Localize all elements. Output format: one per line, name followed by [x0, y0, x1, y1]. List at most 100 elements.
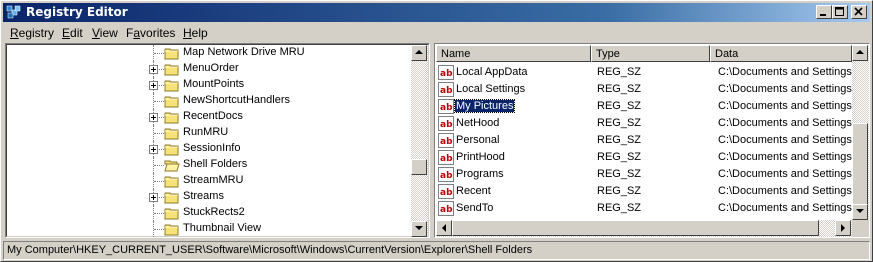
value-type: REG_SZ	[597, 83, 642, 95]
list-horizontal-scrollbar[interactable]	[436, 220, 852, 237]
string-value-icon: ab	[438, 201, 454, 216]
value-name: Local Settings	[456, 83, 526, 95]
value-row[interactable]: ab Local AppData REG_SZ C:\Documents and Se…	[436, 64, 852, 81]
value-name: SendTo	[456, 202, 494, 214]
value-data: C:\Documents and Settings\	[718, 66, 852, 78]
column-header-data[interactable]: Data	[710, 45, 852, 62]
tree-item[interactable]: Shell Folders	[7, 157, 412, 173]
menu-help[interactable]: Help	[183, 26, 208, 40]
tree-vertical-scrollbar[interactable]	[411, 45, 428, 237]
arrow-up-icon	[856, 50, 864, 54]
value-data: C:\Documents and Settings\	[718, 185, 852, 197]
tree-item-label: StreamMRU	[183, 174, 244, 186]
tree-item[interactable]: StuckRects2	[7, 205, 412, 221]
values-list-pane[interactable]: Name Type Data ab Local AppData REG_SZ C:\D…	[434, 43, 870, 238]
value-row[interactable]: ab PrintHood REG_SZ C:\Documents and Settin…	[436, 149, 852, 166]
column-header-name[interactable]: Name	[436, 45, 591, 62]
string-value-icon: ab	[438, 167, 454, 182]
value-row[interactable]: ab NetHood REG_SZ C:\Documents and Settings…	[436, 115, 852, 132]
tree-line	[154, 133, 164, 134]
value-name: PrintHood	[456, 151, 505, 163]
close-button[interactable]	[851, 5, 867, 19]
tree-item-label: Map Network Drive MRU	[183, 46, 305, 58]
tree-item[interactable]: MenuOrder	[7, 61, 412, 77]
string-value-icon: ab	[438, 150, 454, 165]
maximize-icon	[835, 7, 844, 16]
value-name: Personal	[456, 134, 500, 146]
list-scroll-left-button[interactable]	[436, 220, 452, 236]
folder-icon	[164, 222, 180, 236]
svg-text:ab: ab	[440, 205, 453, 215]
value-name: Local AppData	[456, 66, 528, 78]
expand-plus-icon[interactable]	[149, 145, 158, 154]
key-tree-pane[interactable]: Map Network Drive MRU MenuOrder MountPoint…	[5, 43, 430, 238]
tree-item[interactable]: RecentDocs	[7, 109, 412, 125]
list-vertical-scrollbar[interactable]	[852, 45, 869, 220]
value-row[interactable]: ab Local Settings REG_SZ C:\Documents and S…	[436, 81, 852, 98]
value-name: My Pictures	[453, 99, 516, 113]
tree-item-label: Shell Folders	[183, 158, 248, 170]
tree-item[interactable]: RunMRU	[7, 125, 412, 141]
value-type: REG_SZ	[597, 151, 642, 163]
folder-icon	[164, 190, 180, 204]
tree-item[interactable]: MountPoints	[7, 77, 412, 93]
value-type: REG_SZ	[597, 185, 642, 197]
status-key-path: My Computer\HKEY_CURRENT_USER\Software\M…	[7, 244, 533, 256]
expand-plus-icon[interactable]	[149, 65, 158, 74]
value-data: C:\Documents and Settings\	[718, 151, 852, 163]
tree-item[interactable]: StreamMRU	[7, 173, 412, 189]
list-hscroll-thumb[interactable]	[452, 220, 819, 236]
string-value-icon: ab	[438, 116, 454, 131]
list-scroll-thumb[interactable]	[852, 123, 868, 205]
list-scroll-up-button[interactable]	[852, 45, 868, 61]
expand-plus-icon[interactable]	[149, 81, 158, 90]
value-data: C:\Documents and Settings\	[718, 134, 852, 146]
list-scroll-right-button[interactable]	[835, 220, 851, 236]
tree-item-label: NewShortcutHandlers	[183, 94, 290, 106]
tree-item-label: SessionInfo	[183, 142, 241, 154]
folder-icon	[164, 110, 180, 124]
tree-line	[154, 213, 164, 214]
menu-edit[interactable]: Edit	[62, 26, 83, 40]
value-data: C:\Documents and Settings\	[718, 202, 852, 214]
tree-scroll-up-button[interactable]	[411, 45, 427, 61]
value-row[interactable]: ab Recent REG_SZ C:\Documents and Settings\	[436, 183, 852, 200]
menu-view[interactable]: View	[92, 26, 118, 40]
svg-text:ab: ab	[440, 69, 453, 79]
expand-plus-icon[interactable]	[149, 113, 158, 122]
column-header-type[interactable]: Type	[591, 45, 710, 62]
value-row[interactable]: ab Programs REG_SZ C:\Documents and Setting…	[436, 166, 852, 183]
tree-item-label: Thumbnail View	[183, 222, 262, 234]
svg-text:ab: ab	[440, 120, 453, 130]
menu-favorites[interactable]: Favorites	[126, 26, 175, 40]
tree-item[interactable]: Streams	[7, 189, 412, 205]
tree-item[interactable]: Map Network Drive MRU	[7, 45, 412, 61]
list-scroll-down-button[interactable]	[852, 204, 868, 220]
value-data: C:\Documents and Settings\	[718, 117, 852, 129]
registry-editor-window: Registry Editor Registry Edit View Favor…	[0, 0, 873, 262]
tree-item[interactable]: Thumbnail View	[7, 221, 412, 237]
tree-item-label: Streams	[183, 190, 224, 202]
minimize-button[interactable]	[816, 5, 832, 19]
maximize-button[interactable]	[832, 5, 848, 19]
tree-line	[154, 101, 164, 102]
tree-line	[154, 53, 164, 54]
title-bar[interactable]: Registry Editor	[3, 3, 870, 22]
svg-text:ab: ab	[440, 171, 453, 181]
tree-item[interactable]: SessionInfo	[7, 141, 412, 157]
value-row[interactable]: ab SendTo REG_SZ C:\Documents and Settings\	[436, 200, 852, 217]
tree-item-label: StuckRects2	[183, 206, 245, 218]
tree-scroll-down-button[interactable]	[411, 221, 427, 237]
tree-line	[154, 181, 164, 182]
value-row[interactable]: ab My Pictures REG_SZ C:\Documents and Sett…	[436, 98, 852, 115]
tree-item[interactable]: NewShortcutHandlers	[7, 93, 412, 109]
value-row[interactable]: ab Personal REG_SZ C:\Documents and Setting…	[436, 132, 852, 149]
menu-registry[interactable]: Registry	[10, 26, 54, 40]
svg-text:ab: ab	[440, 154, 453, 164]
expand-plus-icon[interactable]	[149, 193, 158, 202]
value-data: C:\Documents and Settings\	[718, 168, 852, 180]
scrollbar-corner	[852, 220, 869, 237]
string-value-icon: ab	[438, 82, 454, 97]
close-icon	[854, 7, 863, 16]
tree-scroll-thumb[interactable]	[411, 159, 427, 175]
